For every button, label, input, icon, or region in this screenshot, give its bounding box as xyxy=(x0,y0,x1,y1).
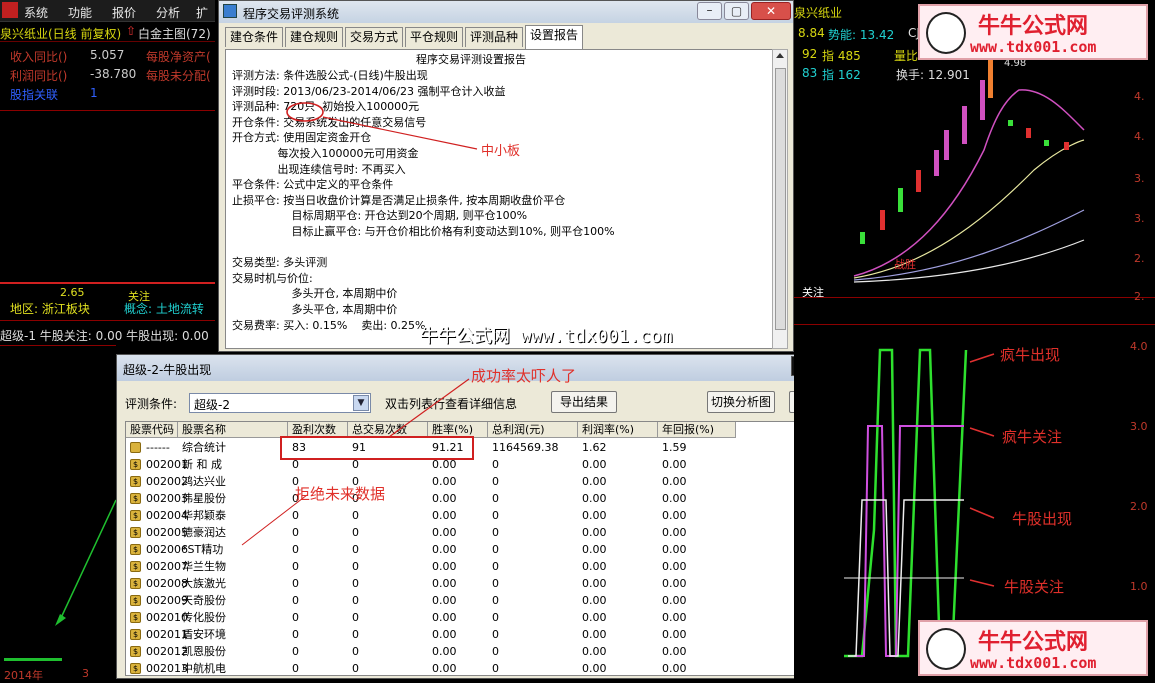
main-chart-label: 白金主图(72) xyxy=(138,27,211,41)
fin-label-income: 收入同比() xyxy=(10,50,68,64)
backtest-result-dialog: 超级-2-牛股出现 ✕ 评测条件: 超级-2 ▼ 双击列表行查看详细信息 导出结… xyxy=(116,354,840,679)
divider-line-2 xyxy=(0,320,215,321)
right-val-b0: 势能: 13.42 xyxy=(828,28,895,42)
table-annotations xyxy=(241,378,474,546)
watermark-url: www.tdx001.com xyxy=(970,38,1097,56)
annotation-future: 拒绝未来数据 xyxy=(295,485,386,503)
candle xyxy=(1044,140,1049,146)
candle xyxy=(980,80,985,120)
fin-value-index: 1 xyxy=(90,86,98,100)
divider-line-right-2 xyxy=(794,324,1155,325)
region-concept: 概念: 土地流转 xyxy=(124,302,204,316)
watermark-url: www.tdx001.com xyxy=(970,654,1097,672)
arrow-icon xyxy=(969,579,995,587)
report-annotations xyxy=(286,102,478,150)
annotation-line xyxy=(322,116,478,150)
stock-title: 泉兴纸业(日线 前复权) xyxy=(0,27,122,41)
arrow-icon xyxy=(969,507,995,519)
fin-value-profit: -38.780 xyxy=(90,67,137,81)
chart-title-bar: 泉兴纸业(日线 前复权) ⇧ 白金主图(72) xyxy=(0,22,215,42)
right-val-a0: 8.84 xyxy=(798,26,825,40)
right-val-a1: 92 xyxy=(802,47,818,61)
watermark-mid: 牛牛公式网 www.tdx001.com xyxy=(420,326,673,347)
annotation-arrow-green xyxy=(59,499,116,621)
watermark-bottom: 牛牛公式网 www.tdx001.com xyxy=(918,620,1148,676)
divider-line-right xyxy=(794,297,1155,298)
candle xyxy=(988,60,993,98)
signal-arrows xyxy=(969,353,995,587)
bottom-num: 3 xyxy=(82,667,89,680)
menu-function[interactable]: 功能 xyxy=(68,4,92,21)
ma-line-pink xyxy=(853,89,1085,277)
label-crazy-bull-appear: 疯牛出现 xyxy=(1000,346,1061,364)
candle xyxy=(934,150,939,176)
candles xyxy=(860,60,1069,244)
candle xyxy=(1008,120,1013,126)
cow-logo-icon xyxy=(926,12,966,54)
ma-line-yellow xyxy=(853,139,1085,279)
menu-quote[interactable]: 报价 xyxy=(112,4,136,21)
right-title: 泉兴纸业 xyxy=(794,6,843,20)
divider-line-3 xyxy=(0,345,116,346)
divider-line xyxy=(0,110,215,111)
arrow-head-green xyxy=(55,614,66,626)
annotation-success: 成功率太吓人了 xyxy=(471,367,577,385)
label-bull-appear: 牛股出现 xyxy=(1012,510,1073,528)
annotation-box xyxy=(280,436,474,460)
label-crazy-bull-focus: 疯牛关注 xyxy=(1002,428,1063,446)
eval-system-dialog: 程序交易评测系统 – ▢ ✕ 建仓条件 建仓规则 交易方式 平仓规则 评测品种 … xyxy=(218,0,794,352)
candle xyxy=(860,232,865,244)
candlestick-chart xyxy=(853,60,1085,283)
axis-label: 2. xyxy=(1134,290,1145,303)
arrow-icon xyxy=(969,353,995,363)
axis-label: 4. xyxy=(1134,90,1145,103)
axis-label-lower: 1.0 xyxy=(1130,580,1148,593)
fin-value-income: 5.057 xyxy=(90,48,125,62)
axis-label: 3. xyxy=(1134,172,1145,185)
region-price: 2.65 xyxy=(60,286,85,299)
bottom-year: 2014年 xyxy=(4,669,43,682)
annotation-circle xyxy=(286,102,324,122)
right-chart-panel: 泉兴纸业 8.84 势能: 13.42 CJ 92 指 485 量比 83 指 … xyxy=(794,0,1155,679)
candle xyxy=(944,130,949,160)
candle xyxy=(1026,128,1031,138)
region-area: 地区: 浙江板块 xyxy=(10,302,90,316)
candle xyxy=(1064,142,1069,150)
candle xyxy=(916,170,921,192)
cow-logo-icon xyxy=(926,628,966,670)
menu-app-icon[interactable] xyxy=(2,2,18,18)
arrow-icon xyxy=(969,427,995,437)
menu-system[interactable]: 系统 xyxy=(24,4,48,21)
menu-bar: 系统 功能 报价 分析 扩展 xyxy=(0,0,215,37)
watermark-top: 牛牛公式网 www.tdx001.com xyxy=(918,4,1148,60)
right-annot-zhong: 战胜 xyxy=(894,258,916,271)
watermark-title: 牛牛公式网 xyxy=(978,14,1089,39)
fin-label-profit: 利润同比() xyxy=(10,69,68,83)
up-arrow-icon: ⇧ xyxy=(126,24,137,38)
annotation-smallcap: 中小板 xyxy=(481,144,521,159)
indicator-bar: 超级-1 牛股关注: 0.00 牛股出现: 0.00 xyxy=(0,329,209,343)
axis-label-lower: 4.0 xyxy=(1130,340,1148,353)
axis-label: 4. xyxy=(1134,130,1145,143)
fin-extra-nav: 每股净资产( xyxy=(146,50,211,64)
bottom-left-chart xyxy=(4,499,116,661)
axis-label-lower: 2.0 xyxy=(1130,500,1148,513)
candle xyxy=(880,210,885,230)
axis-label: 2. xyxy=(1134,252,1145,265)
price-line xyxy=(0,282,215,284)
menu-analysis[interactable]: 分析 xyxy=(156,4,180,21)
watermark-title: 牛牛公式网 xyxy=(978,630,1089,655)
axis-label: 3. xyxy=(1134,212,1145,225)
fin-extra-undist: 每股未分配( xyxy=(146,69,211,83)
annotation-line-success xyxy=(388,378,470,438)
axis-label-lower: 3.0 xyxy=(1130,420,1148,433)
fin-label-index: 股指关联 xyxy=(10,88,59,102)
label-bull-focus: 牛股关注 xyxy=(1004,578,1065,596)
volume-bar xyxy=(4,658,62,661)
candle xyxy=(898,188,903,212)
candle xyxy=(962,106,967,144)
